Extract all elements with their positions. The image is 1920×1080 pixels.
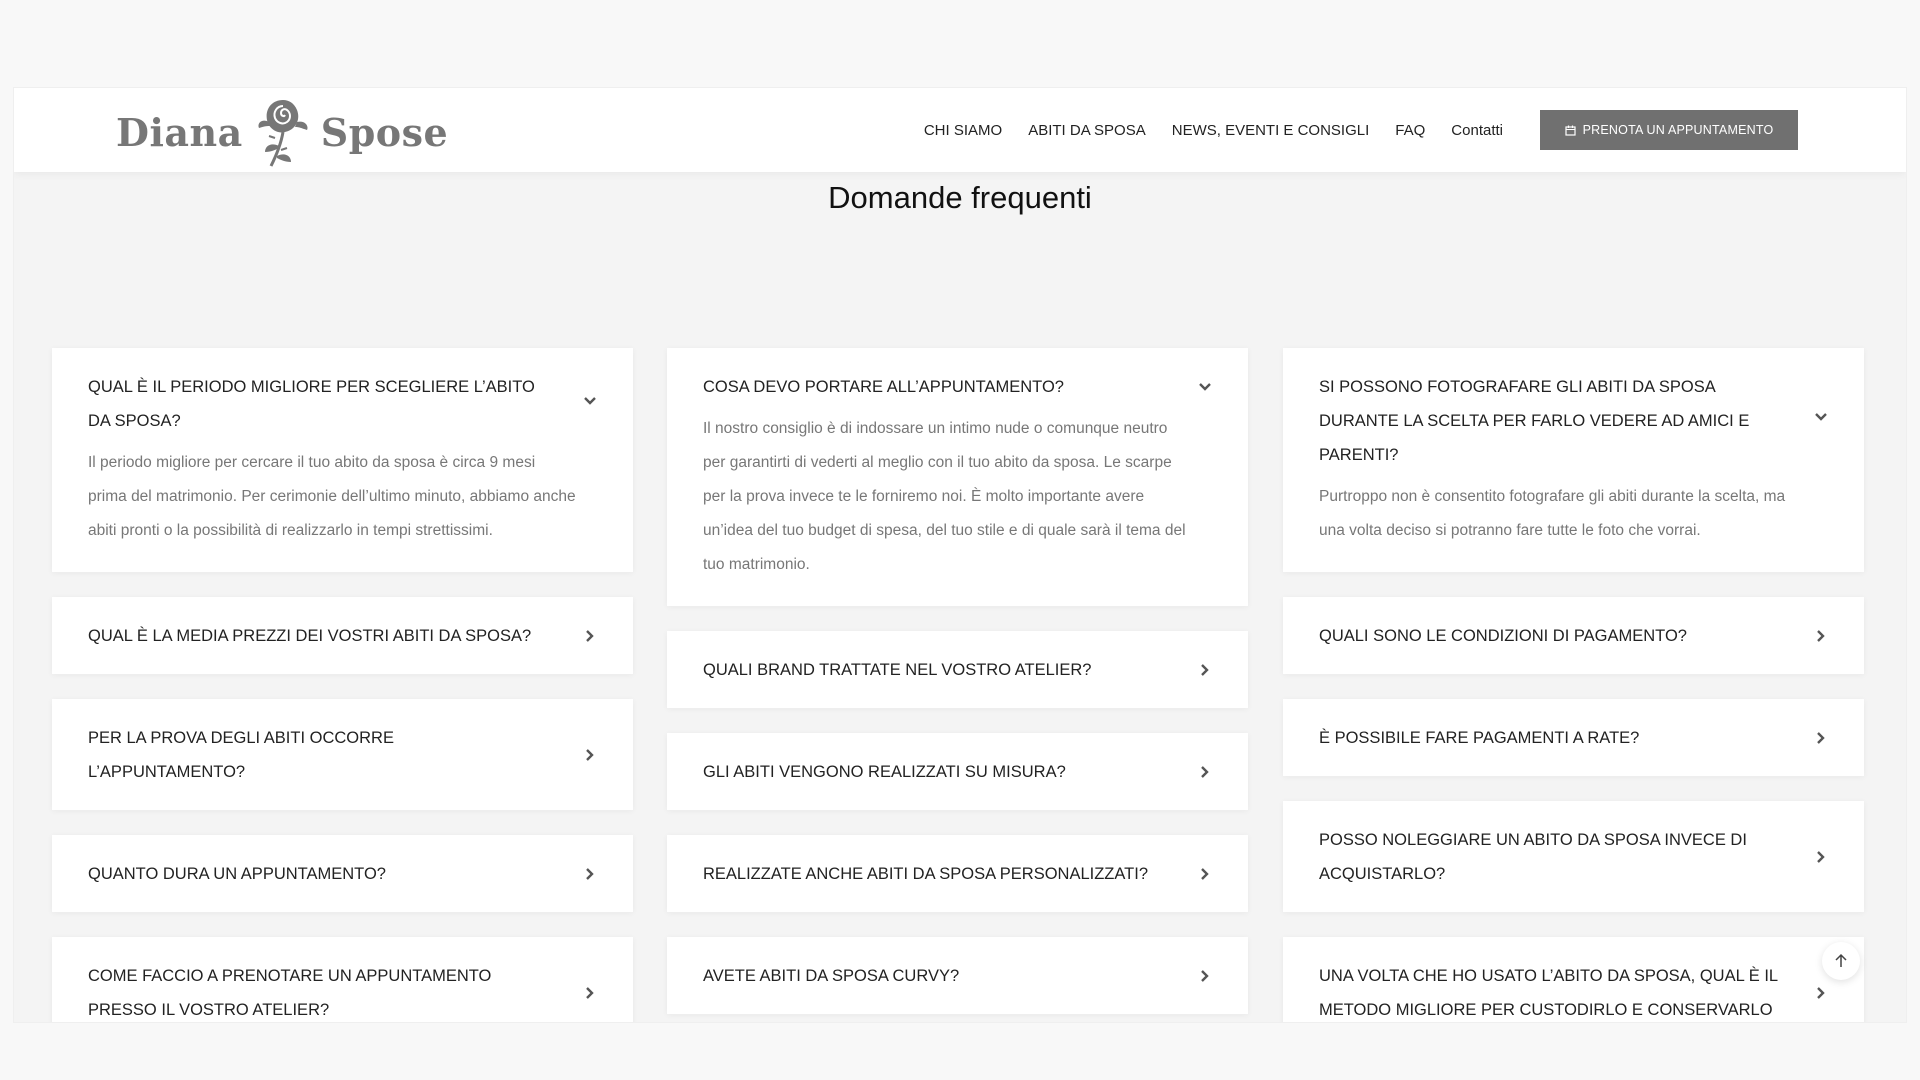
chevron-right-icon [1198,663,1212,677]
faq-item[interactable]: QUALI SONO LE CONDIZIONI DI PAGAMENTO? [1283,597,1864,674]
faq-answer: Il periodo migliore per cercare il tuo a… [88,454,576,539]
faq-question: GLI ABITI VENGONO REALIZZATI SU MISURA? [703,763,1066,781]
faq-question: QUAL È LA MEDIA PREZZI DEI VOSTRI ABITI … [88,627,532,645]
faq-question: COSA DEVO PORTARE ALL’APPUNTAMENTO? [703,378,1064,396]
scroll-to-top-button[interactable] [1822,942,1860,980]
chevron-right-icon [583,867,597,881]
chevron-right-icon [1198,969,1212,983]
faq-column-2: COSA DEVO PORTARE ALL’APPUNTAMENTO? Il n… [667,348,1248,1022]
faq-question: PER LA PROVA DEGLI ABITI OCCORRE L’APPUN… [88,729,394,781]
book-appointment-label: PRENOTA UN APPUNTAMENTO [1582,123,1774,137]
chevron-right-icon [1814,850,1828,864]
chevron-right-icon [1814,731,1828,745]
faq-question: AVETE ABITI DA SPOSA CURVY? [703,967,960,985]
chevron-right-icon [583,748,597,762]
faq-answer: Purtroppo non è consentito fotografare g… [1319,488,1786,539]
site-header: Diana Spose CHI SIAMO ABITI DA SPOSA NEW… [14,88,1906,172]
nav-item-chi-siamo[interactable]: CHI SIAMO [924,122,1002,139]
nav-item-contatti[interactable]: Contatti [1451,122,1503,139]
faq-question: REALIZZATE ANCHE ABITI DA SPOSA PERSONAL… [703,865,1149,883]
faq-item[interactable]: È POSSIBILE FARE PAGAMENTI A RATE? [1283,699,1864,776]
faq-question: POSSO NOLEGGIARE UN ABITO DA SPOSA INVEC… [1319,831,1747,883]
logo-text-left: Diana [116,109,243,155]
arrow-up-icon [1835,953,1847,967]
faq-item-open[interactable]: QUAL È IL PERIODO MIGLIORE PER SCEGLIERE… [52,348,633,572]
chevron-right-icon [1814,629,1828,643]
nav-item-news[interactable]: NEWS, EVENTI E CONSIGLI [1172,122,1370,139]
faq-question: SI POSSONO FOTOGRAFARE GLI ABITI DA SPOS… [1319,378,1750,464]
faq-question: QUAL È IL PERIODO MIGLIORE PER SCEGLIERE… [88,378,535,430]
logo-text-right: Spose [320,109,449,155]
faq-item[interactable]: PER LA PROVA DEGLI ABITI OCCORRE L’APPUN… [52,699,633,810]
chevron-right-icon [1198,765,1212,779]
faq-answer: Il nostro consiglio è di indossare un in… [703,420,1186,573]
chevron-right-icon [1814,986,1828,1000]
faq-item-open[interactable]: COSA DEVO PORTARE ALL’APPUNTAMENTO? Il n… [667,348,1248,606]
faq-item[interactable]: GLI ABITI VENGONO REALIZZATI SU MISURA? [667,733,1248,810]
browser-viewport: Diana Spose CHI SIAMO ABITI DA SPOSA NEW… [14,88,1906,1022]
faq-question: QUALI BRAND TRATTATE NEL VOSTRO ATELIER? [703,661,1092,679]
faq-question: UNA VOLTA CHE HO USATO L’ABITO DA SPOSA,… [1319,967,1778,1019]
faq-item[interactable]: QUANTO DURA UN APPUNTAMENTO? [52,835,633,912]
chevron-down-icon [1198,380,1212,394]
faq-item[interactable]: REALIZZATE ANCHE ABITI DA SPOSA PERSONAL… [667,835,1248,912]
faq-item[interactable]: QUAL È LA MEDIA PREZZI DEI VOSTRI ABITI … [52,597,633,674]
faq-column-3: SI POSSONO FOTOGRAFARE GLI ABITI DA SPOS… [1283,348,1864,1022]
chevron-down-icon [583,394,597,408]
faq-column-1: QUAL È IL PERIODO MIGLIORE PER SCEGLIERE… [52,348,633,1022]
book-appointment-button[interactable]: PRENOTA UN APPUNTAMENTO [1540,110,1798,150]
chevron-right-icon [1198,867,1212,881]
chevron-right-icon [583,629,597,643]
rose-icon [258,100,308,167]
faq-item[interactable]: QUALI BRAND TRATTATE NEL VOSTRO ATELIER? [667,631,1248,708]
faq-item[interactable]: COME FACCIO A PRENOTARE UN APPUNTAMENTO … [52,937,633,1022]
nav-item-abiti-da-sposa[interactable]: ABITI DA SPOSA [1028,122,1146,139]
main-nav: CHI SIAMO ABITI DA SPOSA NEWS, EVENTI E … [924,88,1906,172]
faq-question: È POSSIBILE FARE PAGAMENTI A RATE? [1319,729,1640,747]
faq-question: QUALI SONO LE CONDIZIONI DI PAGAMENTO? [1319,627,1687,645]
page-title: Domande frequenti [828,180,1092,215]
faq-item[interactable]: POSSO NOLEGGIARE UN ABITO DA SPOSA INVEC… [1283,801,1864,912]
faq-question: COME FACCIO A PRENOTARE UN APPUNTAMENTO … [88,967,492,1019]
faq-item[interactable]: UNA VOLTA CHE HO USATO L’ABITO DA SPOSA,… [1283,937,1864,1022]
chevron-down-icon [1814,410,1828,424]
nav-item-faq[interactable]: FAQ [1395,122,1425,139]
chevron-right-icon [583,986,597,1000]
calendar-icon [1565,125,1576,136]
faq-item-open[interactable]: SI POSSONO FOTOGRAFARE GLI ABITI DA SPOS… [1283,348,1864,572]
site-logo[interactable]: Diana Spose [116,92,448,172]
faq-question: QUANTO DURA UN APPUNTAMENTO? [88,865,386,883]
faq-item[interactable]: AVETE ABITI DA SPOSA CURVY? [667,937,1248,1014]
